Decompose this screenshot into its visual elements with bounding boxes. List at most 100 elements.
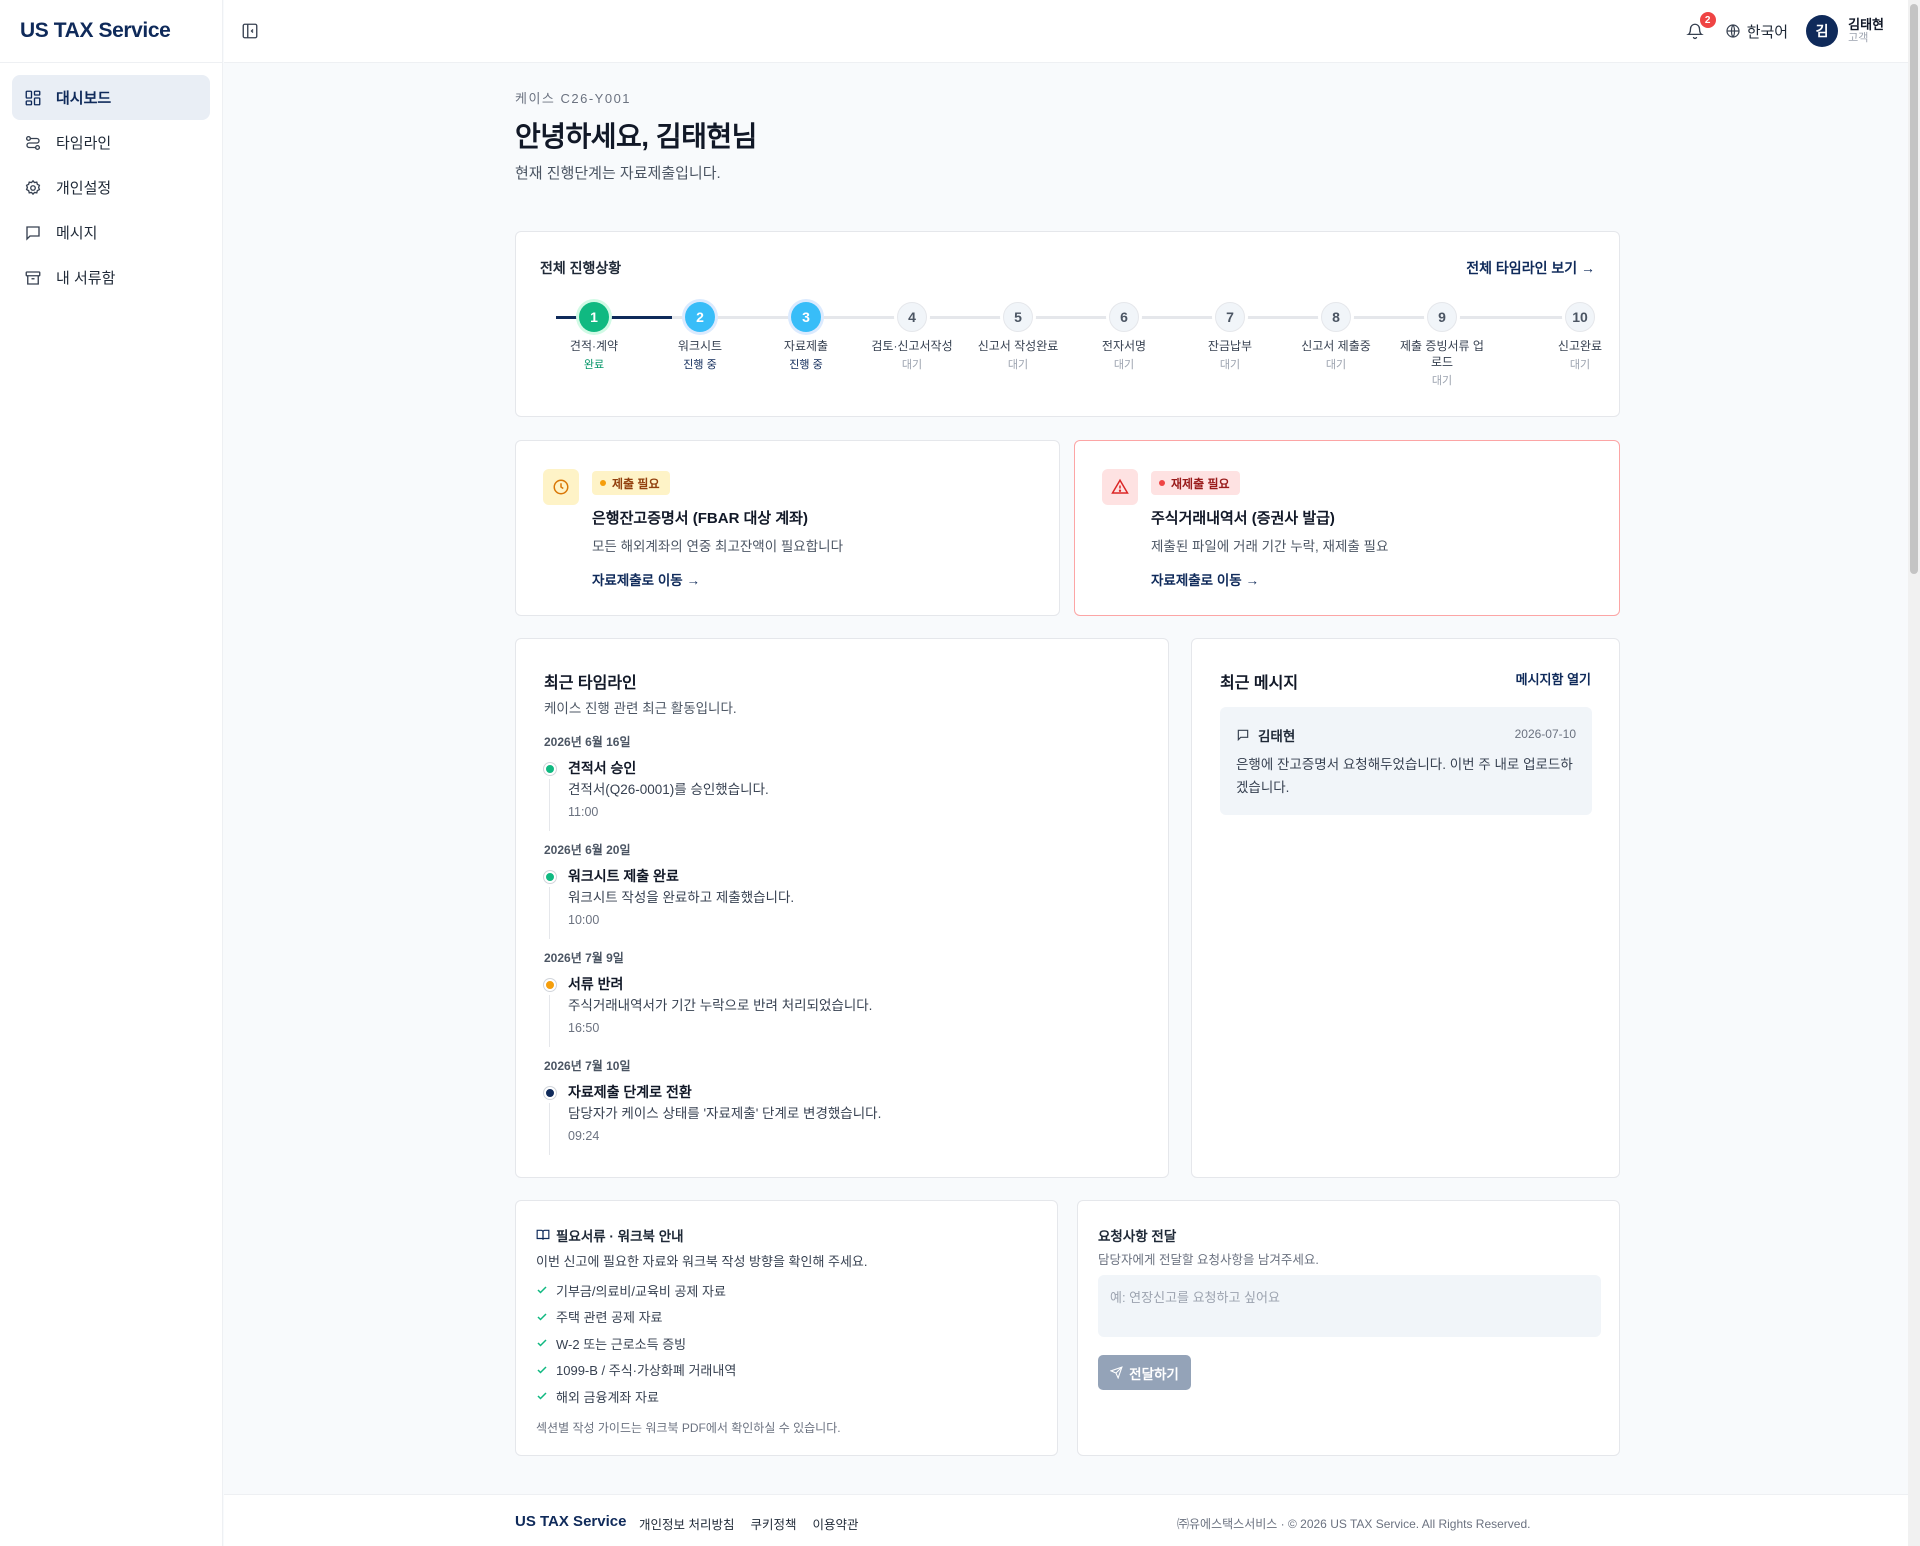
timeline-event-time: 10:00: [568, 913, 600, 927]
timeline-event-time: 16:50: [568, 1021, 600, 1035]
sidebar-item-label: 대시보드: [56, 90, 112, 107]
list-item-label: 주택 관련 공제 자료: [556, 1310, 663, 1326]
message-text: 은행에 잔고증명서 요청해두었습니다. 이번 주 내로 업로드하겠습니다.: [1236, 757, 1573, 795]
request-subtitle: 담당자에게 전달할 요청사항을 남겨주세요.: [1098, 1253, 1319, 1267]
send-request-button[interactable]: 전달하기: [1098, 1355, 1191, 1390]
progress-step-10: 10 신고완료 대기: [1535, 302, 1625, 372]
timeline-event-description: 견적서(Q26-0001)를 승인했습니다.: [568, 782, 769, 797]
progress-step-1: 1 견적·계약 완료: [549, 302, 639, 372]
alert-card-submit: 제출 필요 은행잔고증명서 (FBAR 대상 계좌) 모든 해외계좌의 연중 최…: [515, 440, 1060, 616]
timeline-event-title: 서류 반려: [568, 976, 624, 992]
step-label: 전자서명: [1101, 339, 1147, 353]
timeline-event-description: 담당자가 케이스 상태를 '자료제출' 단계로 변경했습니다.: [568, 1106, 882, 1121]
avatar[interactable]: 김: [1806, 15, 1839, 47]
step-label: 검토·신고서작성: [871, 339, 953, 353]
page-scrollbar[interactable]: [1908, 0, 1920, 1546]
go-to-submission-link[interactable]: 자료제출로 이동 →: [592, 569, 700, 589]
timeline-title: 최근 타임라인: [544, 675, 637, 692]
timeline-event-title: 견적서 승인: [568, 760, 637, 776]
step-status: 대기: [1325, 359, 1347, 371]
step-number: 5: [1003, 302, 1033, 332]
status-badge: 제출 필요: [592, 471, 670, 495]
documents-guide-card: 필요서류 · 워크북 안내 이번 신고에 필요한 자료와 워크북 작성 방향을 …: [515, 1200, 1058, 1456]
timeline-event: 워크시트 제출 완료 워크시트 작성을 완료하고 제출했습니다. 10:00: [544, 865, 881, 949]
copyright: ㈜유에스택스서비스 · © 2026 US TAX Service. All R…: [1177, 1517, 1531, 1531]
go-to-submission-link[interactable]: 자료제출로 이동 →: [1151, 569, 1259, 589]
guide-title-label: 필요서류 · 워크북 안내: [556, 1229, 684, 1244]
check-icon: [537, 1313, 547, 1321]
list-item: 1099-B / 주식·가상화폐 거래내역: [536, 1357, 736, 1384]
send-button-label: 전달하기: [1129, 1366, 1179, 1382]
timeline-dot: [544, 1087, 556, 1099]
request-textarea[interactable]: [1098, 1275, 1601, 1337]
dashboard-icon: [25, 90, 41, 105]
timeline-event: 견적서 승인견적서(Q26-0001)를 승인했습니다. 11:00: [544, 757, 881, 841]
step-number: 2: [685, 302, 715, 332]
timeline-event-title: 워크시트 제출 완료: [568, 868, 679, 884]
globe-icon: [1726, 24, 1740, 38]
recent-timeline-card: 최근 타임라인 케이스 진행 관련 최근 활동입니다. 2026년 6월 16일…: [515, 638, 1169, 1178]
sidebar: US TAX Service 대시보드 타임라인 개인설정 메시지 내 서류함: [0, 0, 223, 1546]
open-inbox-link[interactable]: 메시지함 열기: [1516, 669, 1591, 688]
book-icon: [536, 1229, 550, 1240]
required-documents-list: 기부금/의료비/교육비 공제 자료 주택 관련 공제 자료 W-2 또는 근로소득 …: [536, 1277, 736, 1410]
message-icon: [26, 225, 40, 241]
step-number: 4: [897, 302, 927, 332]
timeline-subtitle: 케이스 진행 관련 최근 활동입니다.: [544, 701, 737, 716]
alert-icon-box: [1102, 469, 1138, 505]
sidebar-item-documents[interactable]: 내 서류함: [12, 255, 210, 300]
sidebar-item-timeline[interactable]: 타임라인: [12, 120, 210, 165]
list-item-label: 해외 금융계좌 자료: [556, 1389, 659, 1405]
sidebar-item-settings[interactable]: 개인설정: [12, 165, 210, 210]
step-label: 신고서 제출중: [1301, 339, 1371, 353]
step-number: 1: [579, 302, 609, 332]
clock-icon: [553, 479, 569, 495]
progress-step-5: 5 신고서 작성완료 대기: [973, 302, 1063, 372]
alert-card-resubmit: 재제출 필요 주식거래내역서 (증권사 발급) 제출된 파일에 거래 기간 누락…: [1074, 440, 1620, 616]
recent-messages-card: 최근 메시지 메시지함 열기 김태현 2026-07-10 은행에 잔고증명서 …: [1191, 638, 1620, 1178]
notification-button[interactable]: 2: [1683, 12, 1716, 43]
message-sender: 김태현: [1236, 725, 1295, 745]
progress-step-4: 4 검토·신고서작성대기: [867, 302, 957, 372]
sidebar-item-messages[interactable]: 메시지: [12, 210, 210, 255]
privacy-policy-link[interactable]: 개인정보 처리방침: [639, 1514, 734, 1533]
scrollbar-thumb[interactable]: [1910, 4, 1918, 574]
timeline-group: 2026년 7월 10일 자료제출 단계로 전환 담당자가 케이스 상태를 '자료제…: [544, 1057, 881, 1165]
brand-logo[interactable]: US TAX Service: [0, 0, 222, 63]
list-item: 기부금/의료비/교육비 공제 자료: [536, 1277, 736, 1304]
cookie-policy-link[interactable]: 쿠키정책: [750, 1514, 796, 1533]
timeline-connector: [549, 1103, 550, 1155]
check-icon: [537, 1366, 547, 1374]
timeline-connector: [549, 995, 550, 1047]
step-status: 대기: [901, 359, 923, 371]
footer-brand[interactable]: US TAX Service: [515, 1513, 626, 1530]
progress-step-2: 2 워크시트 진행 중: [655, 302, 745, 372]
message-item[interactable]: 김태현 2026-07-10 은행에 잔고증명서 요청해두었습니다. 이번 주 …: [1220, 707, 1592, 815]
sidebar-item-dashboard[interactable]: 대시보드: [12, 75, 210, 120]
user-name: 김태현: [1848, 17, 1884, 32]
view-timeline-link[interactable]: 전체 타임라인 보기 →: [1466, 258, 1595, 278]
language-selector[interactable]: 한국어: [1725, 21, 1788, 42]
sidebar-nav: 대시보드 타임라인 개인설정 메시지 내 서류함: [0, 63, 222, 312]
step-status: 대기: [1431, 375, 1453, 387]
alert-description: 모든 해외계좌의 연중 최고잔액이 필요합니다: [592, 539, 843, 554]
step-status: 진행 중: [683, 359, 717, 371]
panel-collapse-icon: [242, 23, 258, 39]
terms-link[interactable]: 이용약관: [813, 1514, 859, 1533]
timeline-event-time: 11:00: [568, 805, 599, 819]
timeline-group: 2026년 6월 16일견적서 승인견적서(Q26-0001)를 승인했습니다.…: [544, 733, 881, 841]
sidebar-toggle-button[interactable]: [238, 19, 262, 43]
timeline-date: 2026년 6월 16일: [544, 735, 631, 749]
language-label: 한국어: [1746, 23, 1789, 41]
step-label: 견적·계약: [569, 339, 619, 353]
user-info[interactable]: 김태현 고객: [1848, 17, 1884, 45]
alert-title: 주식거래내역서 (증권사 발급): [1151, 510, 1335, 527]
progress-step-7: 7 잔금납부 대기: [1185, 302, 1275, 372]
step-number: 6: [1109, 302, 1139, 332]
guide-note: 섹션별 작성 가이드는 워크북 PDF에서 확인하실 수 있습니다.: [536, 1421, 841, 1435]
sidebar-item-label: 타임라인: [56, 135, 112, 152]
timeline-date: 2026년 7월 10일: [544, 1059, 631, 1073]
status-badge-label: 재제출 필요: [1171, 476, 1230, 491]
step-label: 제출 증빙서류 업로드: [1400, 339, 1484, 369]
step-status: 대기: [1113, 359, 1135, 371]
